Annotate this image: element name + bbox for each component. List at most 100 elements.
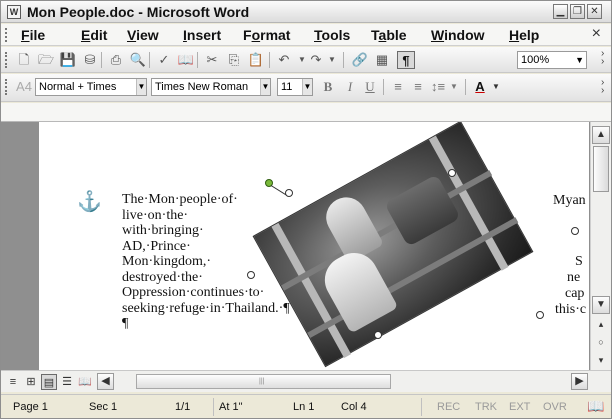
right-text-fragment: this·c (555, 302, 587, 317)
document-page[interactable]: ⚓ The·Mon·people·of· live·on·the· with·b… (39, 122, 589, 370)
reading-layout-view-button[interactable]: 📖 (77, 374, 93, 390)
menu-bar: File Edit View Insert Format Tools Table… (1, 24, 611, 46)
standard-toolbar: 🗋 🗁 💾 ⛁ ⎙ 🔍 ✓ 📖 ✂ ⎘ 📋 ↶ ▼ ↷ ▼ 🔗 ▦ ¶ 100%… (1, 47, 611, 73)
next-page-button[interactable]: ▾ (592, 353, 610, 367)
normal-view-button[interactable]: ≡ (5, 374, 21, 390)
scroll-down-button[interactable]: ▼ (592, 296, 610, 314)
show-hide-button[interactable]: ¶ (397, 51, 415, 69)
chevron-down-icon: ▼ (328, 55, 336, 64)
font-color-dropdown[interactable]: ▼ (491, 78, 501, 96)
bold-button[interactable]: B (319, 78, 337, 96)
chevron-left-icon: ◀ (101, 375, 110, 387)
menu-edit[interactable]: Edit (81, 27, 107, 43)
close-button[interactable]: ✕ (587, 4, 602, 19)
print-preview-button[interactable]: 🔍 (129, 51, 147, 69)
minimize-icon: ▁ (556, 6, 565, 17)
italic-button[interactable]: I (341, 78, 359, 96)
status-rec[interactable]: REC (437, 401, 460, 413)
open-button[interactable]: 🗁 (37, 51, 55, 69)
status-bar: Page 1 Sec 1 1/1 At 1" Ln 1 Col 4 REC TR… (1, 394, 611, 418)
resize-handle-bottom[interactable] (374, 331, 382, 339)
select-browse-object-button[interactable]: ○ (592, 335, 610, 349)
previous-page-button[interactable]: ▴ (592, 317, 610, 331)
font-dropdown[interactable]: Times New Roman ▼ (151, 78, 271, 96)
resize-handle-top-left[interactable] (285, 189, 293, 197)
toolbar-grip[interactable] (5, 52, 8, 68)
menu-help[interactable]: Help (509, 27, 539, 43)
menu-file[interactable]: File (21, 27, 45, 43)
close-document-button[interactable]: × (592, 25, 601, 43)
scroll-right-button[interactable]: ▶ (571, 373, 588, 390)
menu-table[interactable]: Table (371, 27, 407, 43)
toolbar-options-icon[interactable]: › › (601, 49, 607, 67)
paste-button[interactable]: 📋 (247, 51, 265, 69)
web-layout-view-button[interactable]: ⊞ (23, 374, 39, 390)
print-button[interactable]: ⎙ (107, 51, 125, 69)
vertical-scrollbar[interactable]: ▲ ▼ ▴ ○ ▾ (590, 122, 611, 370)
insert-hyperlink-button[interactable]: 🔗 (351, 51, 369, 69)
font-color-button[interactable]: A (471, 78, 489, 96)
toolbar-dock-bottom (1, 103, 611, 122)
font-size-value: 11 (281, 81, 293, 93)
resize-handle-right[interactable] (571, 227, 579, 235)
cut-button[interactable]: ✂ (203, 51, 221, 69)
align-left-button[interactable]: ≡ (389, 78, 407, 96)
chevron-down-icon: ▼ (136, 79, 146, 95)
menu-tools[interactable]: Tools (314, 27, 350, 43)
permission-button[interactable]: ⛁ (81, 51, 99, 69)
align-center-button[interactable]: ≡ (409, 78, 427, 96)
menu-view[interactable]: View (127, 27, 159, 43)
copy-button[interactable]: ⎘ (225, 51, 243, 69)
scroll-left-button[interactable]: ◀ (97, 373, 114, 390)
resize-handle-left[interactable] (247, 271, 255, 279)
permission-icon: ⛁ (84, 52, 96, 67)
right-text-fragment: Myan (553, 193, 586, 208)
menu-insert[interactable]: Insert (183, 27, 221, 43)
resize-handle-bottom-right[interactable] (536, 311, 544, 319)
font-size-dropdown[interactable]: 11 ▼ (277, 78, 313, 96)
status-page: Page 1 (13, 401, 48, 413)
menu-window[interactable]: Window (431, 27, 485, 43)
menubar-grip[interactable] (5, 28, 8, 42)
status-trk[interactable]: TRK (475, 401, 497, 413)
minimize-button[interactable]: ▁ (553, 4, 568, 19)
zoom-dropdown[interactable]: 100% ▼ (517, 51, 587, 69)
styles-formatting-button[interactable]: A4 (15, 78, 33, 96)
vertical-scroll-thumb[interactable] (593, 146, 609, 192)
undo-button[interactable]: ↶ (275, 51, 293, 69)
document-area: ⚓ The·Mon·people·of· live·on·the· with·b… (1, 122, 611, 370)
save-button[interactable]: 💾 (59, 51, 77, 69)
normal-view-icon: ≡ (9, 376, 17, 388)
tables-borders-button[interactable]: ▦ (373, 51, 391, 69)
status-ext[interactable]: EXT (509, 401, 530, 413)
underline-button[interactable]: U (361, 78, 379, 96)
print-layout-view-button[interactable]: ▤ (41, 374, 57, 390)
style-dropdown[interactable]: Normal + Times ▼ (35, 78, 147, 96)
menu-format[interactable]: Format (243, 27, 290, 43)
line-spacing-button[interactable]: ↕≡ (429, 78, 447, 96)
redo-dropdown[interactable]: ▼ (323, 51, 341, 69)
restore-button[interactable]: ❐ (570, 4, 585, 19)
scroll-up-button[interactable]: ▲ (592, 126, 610, 144)
word-window: W Mon People.doc - Microsoft Word ▁ ❐ ✕ … (0, 0, 612, 419)
new-document-button[interactable]: 🗋 (15, 51, 33, 69)
resize-handle-top-right[interactable] (448, 169, 456, 177)
status-at: At 1" (219, 401, 243, 413)
toolbar-options-icon[interactable]: › › (601, 78, 607, 96)
word-app-icon[interactable]: W (7, 5, 21, 19)
horizontal-scroll-thumb[interactable]: ||| (136, 374, 391, 389)
table-icon: ▦ (375, 52, 389, 67)
toolbar-grip[interactable] (5, 79, 8, 95)
outline-view-button[interactable]: ☰ (59, 374, 75, 390)
research-icon: 📖 (177, 52, 195, 67)
line-spacing-dropdown[interactable]: ▼ (449, 78, 459, 96)
toolbar-separator (465, 79, 466, 95)
status-separator (213, 398, 214, 416)
double-up-icon: ▴ (598, 319, 604, 329)
status-ovr[interactable]: OVR (543, 401, 567, 413)
zoom-value: 100% (521, 54, 550, 66)
print-preview-icon: 🔍 (129, 52, 147, 67)
spelling-button[interactable]: ✓ (155, 51, 173, 69)
spelling-status-icon[interactable]: 📖 (587, 398, 604, 415)
research-button[interactable]: 📖 (177, 51, 195, 69)
